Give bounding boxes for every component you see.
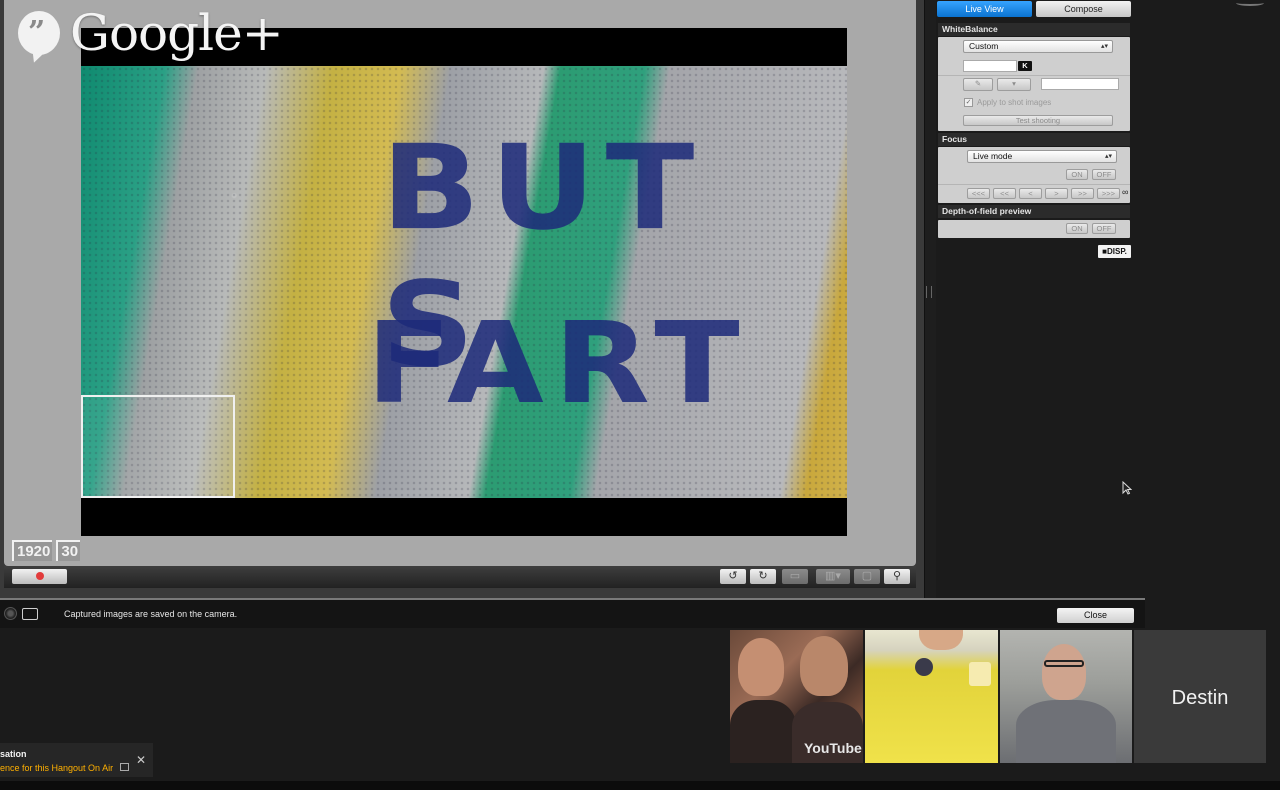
record-button[interactable] <box>12 569 67 584</box>
magnifier-icon: ⚲ <box>892 570 902 582</box>
eyedropper-icon: ✎ <box>974 79 982 88</box>
participant-face <box>1042 644 1086 700</box>
pavement-text-line2: FART <box>366 298 750 429</box>
bottom-strip <box>0 781 1280 790</box>
hangouts-quote-icon: ” <box>18 11 60 55</box>
test-shooting-button[interactable]: Test shooting <box>963 115 1113 126</box>
kelvin-button[interactable]: K <box>1018 61 1032 71</box>
focus-mode-select[interactable]: Live mode ▴▾ <box>967 150 1117 163</box>
tab-compose[interactable]: Compose <box>1036 1 1131 17</box>
wb-preset-dropdown[interactable]: ▾ <box>997 78 1031 91</box>
focus-zoom-frame[interactable] <box>81 395 235 498</box>
pocket <box>969 662 991 686</box>
participant-thumbnail-1[interactable]: YouTube <box>730 630 863 763</box>
viewer-frame: BUT S FART <box>4 0 916 566</box>
memory-card-icon <box>22 608 38 620</box>
participant-name: Destin <box>1171 687 1229 709</box>
google-plus-logo: ” Google+ <box>18 4 284 62</box>
popout-icon[interactable] <box>120 763 129 771</box>
zoom-button[interactable]: ⚲ <box>884 569 910 584</box>
status-bar: Captured images are saved on the camera.… <box>0 598 1145 628</box>
close-icon[interactable]: ✕ <box>136 753 146 767</box>
rotate-left-icon: ↺ <box>728 570 738 582</box>
screen: BUT S FART ” Google+ 1920 30 ↺ ↻ ▭ ▥▾ ▢ … <box>0 0 1280 790</box>
control-panel: Live View Compose WhiteBalance Custom ▴▾… <box>936 0 1132 262</box>
mouse-cursor-icon <box>1122 481 1132 495</box>
panel-splitter[interactable] <box>924 0 936 598</box>
camera-status-icon <box>4 607 17 620</box>
focus-near-2-button[interactable]: << <box>993 188 1016 199</box>
check-icon: ✓ <box>965 99 972 106</box>
participant-face <box>738 638 784 696</box>
button-pin-icon <box>915 658 933 676</box>
rotate-right-icon: ↻ <box>758 570 768 582</box>
apply-label: Apply to shot images <box>977 98 1052 107</box>
dropdown-arrow-icon: ▴▾ <box>1104 153 1112 160</box>
close-button[interactable]: Close <box>1057 608 1134 623</box>
splitter-grip-icon[interactable] <box>926 286 932 298</box>
aspect-icon: ▭ <box>789 570 801 582</box>
fullscreen-button[interactable]: ▢ <box>854 569 880 584</box>
participant-thumbnail-2[interactable] <box>865 630 998 763</box>
focus-on-button[interactable]: ON <box>1066 169 1088 180</box>
rotate-right-button[interactable]: ↻ <box>750 569 776 584</box>
infinity-icon: ∞ <box>1122 187 1129 197</box>
kelvin-input[interactable] <box>963 60 1017 72</box>
dof-off-button[interactable]: OFF <box>1092 223 1116 234</box>
dof-heading: Depth-of-field preview <box>938 205 1130 218</box>
focus-heading: Focus <box>938 133 1130 146</box>
participant-face <box>800 636 848 696</box>
divider <box>938 75 1130 76</box>
status-message: Captured images are saved on the camera. <box>64 609 238 619</box>
settings-corner-icon[interactable] <box>1236 0 1264 6</box>
camera-live-view-window: BUT S FART ” Google+ 1920 30 ↺ ↻ ▭ ▥▾ ▢ … <box>0 0 924 598</box>
focus-near-3-button[interactable]: <<< <box>967 188 990 199</box>
white-balance-heading: WhiteBalance <box>938 23 1130 36</box>
dof-section: ON OFF <box>938 220 1130 238</box>
white-balance-section: Custom ▴▾ K ✎ ▾ ✓ Apply to shot images T… <box>938 37 1130 131</box>
wb-value-field[interactable] <box>1041 78 1119 90</box>
notification-body[interactable]: ence for this Hangout On Air <box>0 763 113 773</box>
apply-checkbox[interactable]: ✓ <box>964 98 973 107</box>
record-dot-icon <box>36 572 44 580</box>
notification-title: sation <box>0 749 27 759</box>
dropdown-arrow-icon: ▾ <box>1012 79 1016 88</box>
live-view-area[interactable]: BUT S FART <box>81 28 847 536</box>
divider <box>938 184 1130 185</box>
dropdown-arrow-icon: ▴▾ <box>1100 43 1108 50</box>
participant-thumbnail-3[interactable] <box>1000 630 1132 763</box>
shirt-print: YouTube <box>804 740 862 756</box>
focus-far-2-button[interactable]: >> <box>1071 188 1094 199</box>
disp-label: DISP. <box>1106 247 1127 256</box>
focus-near-1-button[interactable]: < <box>1019 188 1042 199</box>
participant-shirt <box>1016 700 1116 763</box>
fullscreen-icon: ▢ <box>861 570 873 582</box>
white-balance-value: Custom <box>969 41 999 51</box>
framerate-badge: 30 <box>56 540 81 561</box>
live-camera-image[interactable]: BUT S FART <box>81 66 847 498</box>
aspect-button[interactable]: ▭ <box>782 569 808 584</box>
resolution-badge: 1920 <box>12 540 53 561</box>
focus-off-button[interactable]: OFF <box>1092 169 1116 180</box>
focus-section: Live mode ▴▾ ON OFF <<< << < > >> >>> ∞ <box>938 147 1130 203</box>
rotate-left-button[interactable]: ↺ <box>720 569 746 584</box>
focus-far-1-button[interactable]: > <box>1045 188 1068 199</box>
participant-shirt <box>730 700 796 763</box>
focus-far-3-button[interactable]: >>> <box>1097 188 1120 199</box>
participant-thumbnail-4[interactable]: Destin <box>1134 630 1266 763</box>
on-air-notification[interactable]: sation ence for this Hangout On Air ✕ <box>0 743 153 777</box>
video-format-badges: 1920 30 <box>12 540 81 561</box>
focus-mode-value: Live mode <box>973 151 1013 161</box>
grid-dropdown-button[interactable]: ▥▾ <box>816 569 850 584</box>
viewer-toolbar: ↺ ↻ ▭ ▥▾ ▢ ⚲ <box>4 566 916 588</box>
eyedropper-button[interactable]: ✎ <box>963 78 993 91</box>
grid-icon: ▥▾ <box>825 570 841 582</box>
display-toggle-button[interactable]: ■DISP. <box>1098 245 1131 258</box>
glasses-icon <box>1044 660 1084 667</box>
dof-on-button[interactable]: ON <box>1066 223 1088 234</box>
logo-text: Google+ <box>70 4 284 62</box>
participant-face <box>919 630 963 650</box>
white-balance-select[interactable]: Custom ▴▾ <box>963 40 1113 53</box>
tab-live-view[interactable]: Live View <box>937 1 1032 17</box>
